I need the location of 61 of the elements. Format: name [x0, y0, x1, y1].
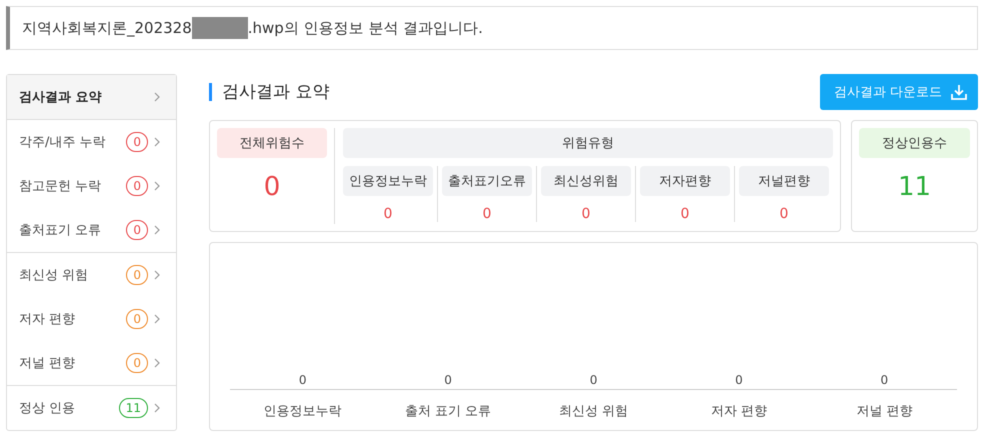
stat-value: 0	[482, 206, 492, 222]
stat-value: 0	[262, 172, 282, 202]
stat-value: 11	[898, 172, 932, 202]
stat-label: 위험유형	[343, 128, 833, 158]
redaction-block	[192, 17, 248, 39]
sidebar-item[interactable]: 최신성 위험 0	[7, 253, 176, 297]
item-label: 정상 인용	[19, 400, 76, 417]
count-badge: 0	[126, 176, 148, 196]
stat-label: 저널편향	[739, 166, 829, 196]
count-badge: 0	[126, 265, 148, 285]
chevron-right-icon	[154, 92, 160, 102]
item-label: 저자 편향	[19, 311, 76, 328]
chevron-right-icon	[154, 403, 160, 413]
value-label: 0	[734, 373, 744, 387]
chevron-right-icon	[154, 225, 160, 235]
category-label: 저자 편향	[710, 403, 768, 420]
item-label: 저널 편향	[19, 355, 76, 372]
sidebar-item[interactable]: 검사결과 요약	[7, 75, 176, 119]
value-label: 0	[880, 373, 890, 387]
stat-label: 정상인용수	[859, 128, 970, 158]
category-label: 저널 편향	[855, 403, 914, 420]
sidebar-item[interactable]: 참고문헌 누락 0	[7, 164, 176, 208]
item-label: 검사결과 요약	[19, 89, 103, 106]
chevron-right-icon	[154, 314, 160, 324]
sidebar-item[interactable]: 저자 편향 0	[7, 297, 176, 341]
value-label: 0	[298, 373, 308, 387]
stat-label: 출처표기오류	[442, 166, 532, 196]
sidebar-item[interactable]: 각주/내주 누락 0	[7, 120, 176, 164]
sidebar-item[interactable]: 출처표기 오류 0	[7, 208, 176, 252]
section-title: 검사결과 요약	[209, 83, 330, 101]
stat-value: 0	[582, 206, 590, 222]
stat-label: 전체위험수	[217, 128, 327, 158]
result-message: .hwp의 인용정보 분석 결과입니다.	[248, 18, 483, 38]
stat-label: 최신성위험	[541, 166, 631, 196]
count-badge: 0	[126, 309, 148, 329]
stat-value: 0	[680, 206, 690, 222]
item-label: 최신성 위험	[19, 267, 90, 284]
stat-label: 저자편향	[640, 166, 730, 196]
item-label: 참고문헌 누락	[19, 178, 102, 195]
chevron-right-icon	[154, 270, 160, 280]
count-badge: 0	[126, 132, 148, 152]
category-label: 출처 표기 오류	[404, 403, 492, 420]
filename-text: 지역사회복지론_202328	[22, 18, 192, 38]
item-label: 출처표기 오류	[19, 222, 102, 239]
stat-value: 0	[384, 206, 392, 222]
item-label: 각주/내주 누락	[19, 134, 107, 151]
chevron-right-icon	[154, 137, 160, 147]
count-badge: 11	[118, 398, 148, 418]
category-label: 최신성 위험	[558, 403, 630, 420]
stat-value: 0	[780, 206, 788, 222]
value-label: 0	[443, 373, 453, 387]
chevron-right-icon	[154, 181, 160, 191]
value-label: 0	[588, 373, 598, 387]
chevron-right-icon	[154, 358, 160, 368]
count-badge: 0	[126, 220, 148, 240]
download-icon	[950, 83, 968, 101]
category-label: 인용정보누락	[262, 403, 343, 420]
sidebar-item[interactable]: 저널 편향 0	[7, 341, 176, 385]
sidebar-item[interactable]: 정상 인용 11	[7, 386, 176, 430]
stat-label: 인용정보누락	[343, 166, 433, 196]
count-badge: 0	[126, 353, 148, 373]
